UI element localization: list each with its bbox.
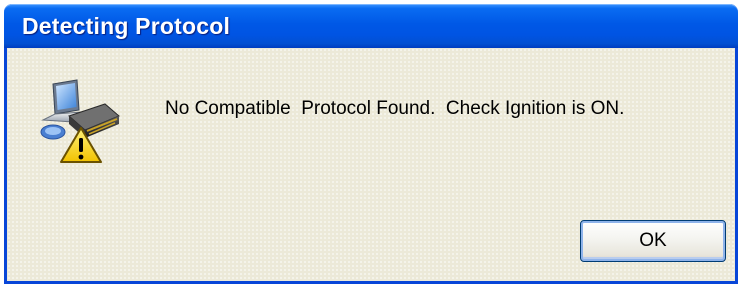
ok-button[interactable]: OK	[580, 220, 726, 262]
network-device-warning-icon	[40, 79, 120, 163]
error-message: No Compatible Protocol Found. Check Igni…	[165, 98, 625, 119]
dialog-window: Detecting Protocol No Compatible Protoco…	[4, 4, 738, 284]
title-bar[interactable]: Detecting Protocol	[4, 4, 738, 48]
window-title: Detecting Protocol	[22, 13, 231, 39]
